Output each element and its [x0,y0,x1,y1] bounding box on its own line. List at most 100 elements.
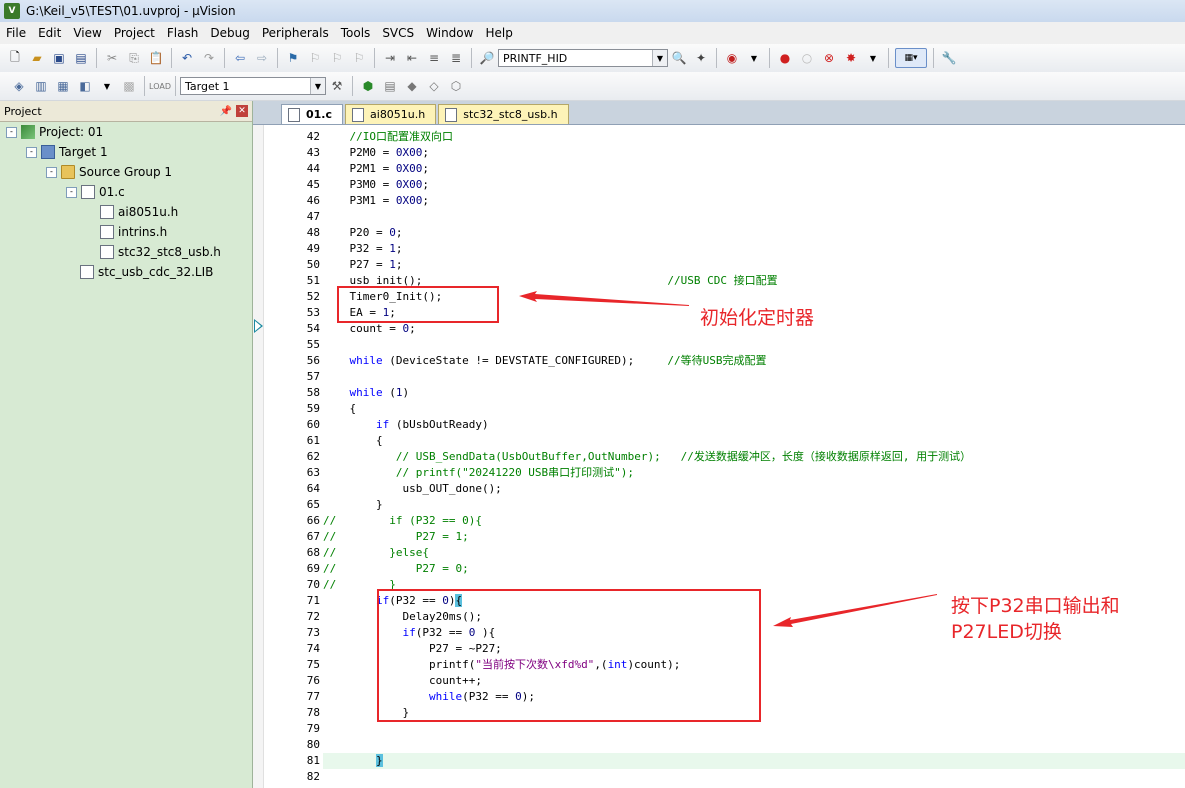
project-items-icon[interactable]: ▤ [381,77,399,95]
tree-item[interactable]: - Project: 01 [6,122,103,142]
breakpoint-insert-icon[interactable]: ● [776,49,794,67]
tree-item-label: Project: 01 [39,125,104,139]
file-toolbar: 🗋 ▰ ▣ ▤ ✂ ⎘ 📋 ↶ ↷ ⇦ ⇨ ⚑ ⚐ ⚐ ⚐ ⇥ ⇤ ≡ ≣ 🔎 … [0,44,1185,73]
title-bar: V G:\Keil_v5\TEST\01.uvproj - µVision [0,0,1185,22]
pin-icon[interactable]: 📌 [220,106,232,117]
uvision-app-icon[interactable]: V [4,3,20,19]
navigate-forward-icon[interactable]: ⇨ [253,49,271,67]
bookmark-toggle-icon[interactable]: ⚑ [284,49,302,67]
editor-area: 01.c ai8051u.h stc32_stc8_usb.h 42 43 44 45… [253,101,1185,788]
file-icon [100,245,114,259]
file-icon [100,225,114,239]
button-annotation-line1: 按下P32串口输出和 [951,595,1120,617]
select-packs-icon[interactable]: ◆ [403,77,421,95]
menu-svcs[interactable]: SVCS [376,26,420,40]
copy-icon[interactable]: ⎘ [125,49,143,67]
find-icon[interactable]: 🔍 [670,49,688,67]
tree-item[interactable]: ai8051u.h [100,202,178,222]
file-icon [81,185,95,199]
project-panel-header: Project 📌 ✕ [0,101,252,122]
menu-view[interactable]: View [67,26,107,40]
configure-wrench-icon[interactable]: 🔧 [940,49,958,67]
redo-icon[interactable]: ↷ [200,49,218,67]
tree-item-label: Target 1 [59,145,108,159]
menu-flash[interactable]: Flash [161,26,204,40]
paste-icon[interactable]: 📋 [147,49,165,67]
tree-item[interactable]: - Target 1 [26,142,108,162]
download-icon[interactable]: LOAD [149,77,171,95]
menu-help[interactable]: Help [479,26,518,40]
menu-debug[interactable]: Debug [204,26,255,40]
menu-file[interactable]: File [0,26,32,40]
target-combo[interactable]: Target 1 ▼ [180,77,326,95]
new-file-icon[interactable]: 🗋 [6,49,24,67]
unindent-icon[interactable]: ⇤ [403,49,421,67]
find-in-files-icon[interactable]: 🔎 [478,49,496,67]
collapse-toggle-icon[interactable]: - [6,126,17,138]
toolbar-separator [144,76,145,96]
toolbar-separator [175,76,176,96]
debug-dropdown-icon[interactable]: ▼ [745,49,763,67]
tree-item[interactable]: - 01.c [66,182,125,202]
bookmark-clear-icon[interactable]: ⚐ [350,49,368,67]
file-icon [80,265,94,279]
file-icon [100,205,114,219]
cut-icon[interactable]: ✂ [103,49,121,67]
batch-build-dropdown-icon[interactable]: ▼ [98,77,116,95]
tree-item[interactable]: intrins.h [100,222,167,242]
comment-icon[interactable]: ≡ [425,49,443,67]
pack-installer-icon[interactable]: ◇ [425,77,443,95]
rebuild-icon[interactable]: ▦ [54,77,72,95]
collapse-toggle-icon[interactable]: - [46,166,57,178]
tree-item-label: intrins.h [118,225,168,239]
breakpoint-disable-all-icon[interactable]: ⊗ [820,49,838,67]
indent-icon[interactable]: ⇥ [381,49,399,67]
menu-window[interactable]: Window [420,26,479,40]
undo-icon[interactable]: ↶ [178,49,196,67]
breakpoint-enable-icon[interactable]: ○ [798,49,816,67]
bookmark-next-icon[interactable]: ⚐ [328,49,346,67]
target-options-icon[interactable]: ⚒ [328,77,346,95]
button-annotation-line2: P27LED切换 [951,621,1062,643]
tree-item-label: ai8051u.h [118,205,179,219]
build-toolbar: ◈ ▥ ▦ ◧ ▼ ▩ LOAD Target 1 ▼ ⚒ ⬢ ▤ ◆ ◇ ⬡ [0,72,1185,101]
tree-item[interactable]: stc32_stc8_usb.h [100,242,221,262]
tree-item[interactable]: stc_usb_cdc_32.LIB [80,262,213,282]
button-arrow [773,594,937,627]
incremental-find-icon[interactable]: ✦ [692,49,710,67]
navigate-back-icon[interactable]: ⇦ [231,49,249,67]
find-combo[interactable]: PRINTF_HID ▼ [498,49,668,67]
menu-project[interactable]: Project [108,26,161,40]
breakpoint-dropdown-icon[interactable]: ▼ [864,49,882,67]
debug-session-icon[interactable]: ◉ [723,49,741,67]
chevron-down-icon[interactable]: ▼ [310,78,325,94]
tree-item[interactable]: - Source Group 1 [46,162,172,182]
menu-edit[interactable]: Edit [32,26,67,40]
target-combo-value: Target 1 [185,79,230,93]
uncomment-icon[interactable]: ≣ [447,49,465,67]
translate-icon[interactable]: ◈ [10,77,28,95]
tree-item-label: Source Group 1 [79,165,173,179]
manage-components-icon[interactable]: ⬢ [359,77,377,95]
manage-run-time-icon[interactable]: ⬡ [447,77,465,95]
toolbar-separator [933,48,934,68]
close-icon[interactable]: ✕ [236,105,248,117]
menu-peripherals[interactable]: Peripherals [256,26,335,40]
project-panel-title: Project [4,104,42,118]
toolbar-separator [224,48,225,68]
toolbar-separator [374,48,375,68]
batch-build-icon[interactable]: ◧ [76,77,94,95]
stop-build-icon[interactable]: ▩ [120,77,138,95]
open-folder-icon[interactable]: ▰ [28,49,46,67]
bookmark-prev-icon[interactable]: ⚐ [306,49,324,67]
build-icon[interactable]: ▥ [32,77,50,95]
save-icon[interactable]: ▣ [50,49,68,67]
breakpoint-kill-all-icon[interactable]: ✸ [842,49,860,67]
window-title: G:\Keil_v5\TEST\01.uvproj - µVision [26,4,236,18]
collapse-toggle-icon[interactable]: - [26,146,37,158]
menu-tools[interactable]: Tools [335,26,377,40]
save-all-icon[interactable]: ▤ [72,49,90,67]
chevron-down-icon[interactable]: ▼ [652,50,667,66]
window-layout-icon[interactable]: ▦▾ [895,48,927,68]
collapse-toggle-icon[interactable]: - [66,186,77,198]
